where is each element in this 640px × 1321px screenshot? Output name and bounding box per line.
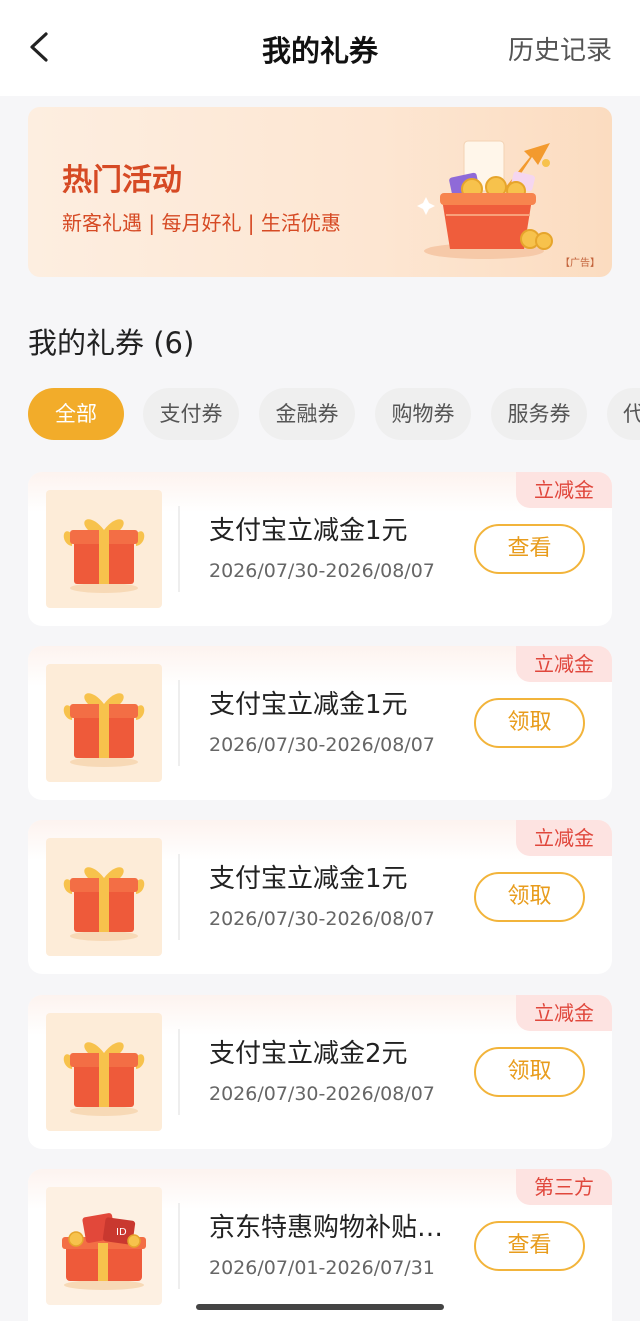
claim-button[interactable]: 领取 — [474, 872, 585, 922]
tab-shopping-coupons[interactable]: 购物券 — [375, 388, 471, 440]
coupon-title: 京东特惠购物补贴… — [209, 1213, 444, 1243]
coupon-card[interactable]: ID 京东特惠购物补贴… 2026/07/01-2026/07/31 查看 第三… — [28, 1169, 612, 1321]
card-divider — [178, 680, 180, 766]
coupon-card[interactable]: 支付宝立减金1元 2026/07/30-2026/08/07 领取 立减金 — [28, 646, 612, 800]
coupon-thumbnail — [46, 1013, 162, 1131]
svg-text:ID: ID — [116, 1227, 127, 1238]
coupon-type-badge: 第三方 — [516, 1169, 612, 1205]
tab-all[interactable]: 全部 — [28, 388, 124, 440]
history-link[interactable]: 历史记录 — [508, 30, 612, 67]
claim-button[interactable]: 领取 — [474, 1047, 585, 1097]
coupon-card[interactable]: 支付宝立减金2元 2026/07/30-2026/08/07 领取 立减金 — [28, 995, 612, 1149]
coupon-type-badge: 立减金 — [516, 820, 612, 856]
tab-payment-coupons[interactable]: 支付券 — [143, 388, 239, 440]
tab-service-coupons[interactable]: 服务券 — [491, 388, 587, 440]
coupon-thumbnail — [46, 490, 162, 608]
coupon-type-badge: 立减金 — [516, 646, 612, 682]
card-divider — [178, 1203, 180, 1289]
gift-box-icon — [63, 519, 145, 593]
coupon-type-badge: 立减金 — [516, 995, 612, 1031]
card-divider — [178, 1029, 180, 1115]
coupon-card[interactable]: 支付宝立减金1元 2026/07/30-2026/08/07 查看 立减金 — [28, 472, 612, 626]
card-divider — [178, 854, 180, 940]
coupon-thumbnail — [46, 664, 162, 782]
gift-basket-icon — [417, 140, 553, 259]
coupon-date: 2026/07/30-2026/08/07 — [209, 560, 435, 582]
tab-more[interactable]: 代 — [607, 388, 640, 440]
view-button[interactable]: 查看 — [474, 524, 585, 574]
ad-label: 【广告】 — [560, 258, 600, 269]
coupon-type-badge: 立减金 — [516, 472, 612, 508]
home-indicator[interactable] — [196, 1304, 444, 1310]
coupon-date: 2026/07/30-2026/08/07 — [209, 734, 435, 756]
coupon-date: 2026/07/30-2026/08/07 — [209, 1083, 435, 1105]
tab-finance-coupons[interactable]: 金融券 — [259, 388, 355, 440]
gift-box-icon — [63, 693, 145, 767]
coupon-title: 支付宝立减金1元 — [209, 864, 408, 894]
view-button[interactable]: 查看 — [474, 1221, 585, 1271]
coupon-title: 支付宝立减金1元 — [209, 690, 408, 720]
promo-banner[interactable]: 热门活动 新客礼遇 | 每月好礼 | 生活优惠 【广告】 — [28, 107, 612, 277]
coupon-thumbnail: ID — [46, 1187, 162, 1305]
coupon-date: 2026/07/30-2026/08/07 — [209, 908, 435, 930]
claim-button[interactable]: 领取 — [474, 698, 585, 748]
coupon-thumbnail — [46, 838, 162, 956]
banner-subtitle: 新客礼遇 | 每月好礼 | 生活优惠 — [62, 211, 341, 235]
coupon-title: 支付宝立减金2元 — [209, 1039, 408, 1069]
card-divider — [178, 506, 180, 592]
coupon-date: 2026/07/01-2026/07/31 — [209, 1257, 435, 1279]
category-tabs: 全部 支付券 金融券 购物券 服务券 代 — [28, 388, 640, 440]
top-bar: 我的礼券 历史记录 — [0, 0, 640, 96]
shopping-gift-icon: ID — [62, 1213, 146, 1290]
section-title: 我的礼券 (6) — [28, 326, 195, 360]
coupon-card[interactable]: 支付宝立减金1元 2026/07/30-2026/08/07 领取 立减金 — [28, 820, 612, 974]
banner-title: 热门活动 — [62, 163, 182, 198]
gift-box-icon — [63, 867, 145, 941]
coupon-title: 支付宝立减金1元 — [209, 516, 408, 546]
gift-box-icon — [63, 1042, 145, 1116]
